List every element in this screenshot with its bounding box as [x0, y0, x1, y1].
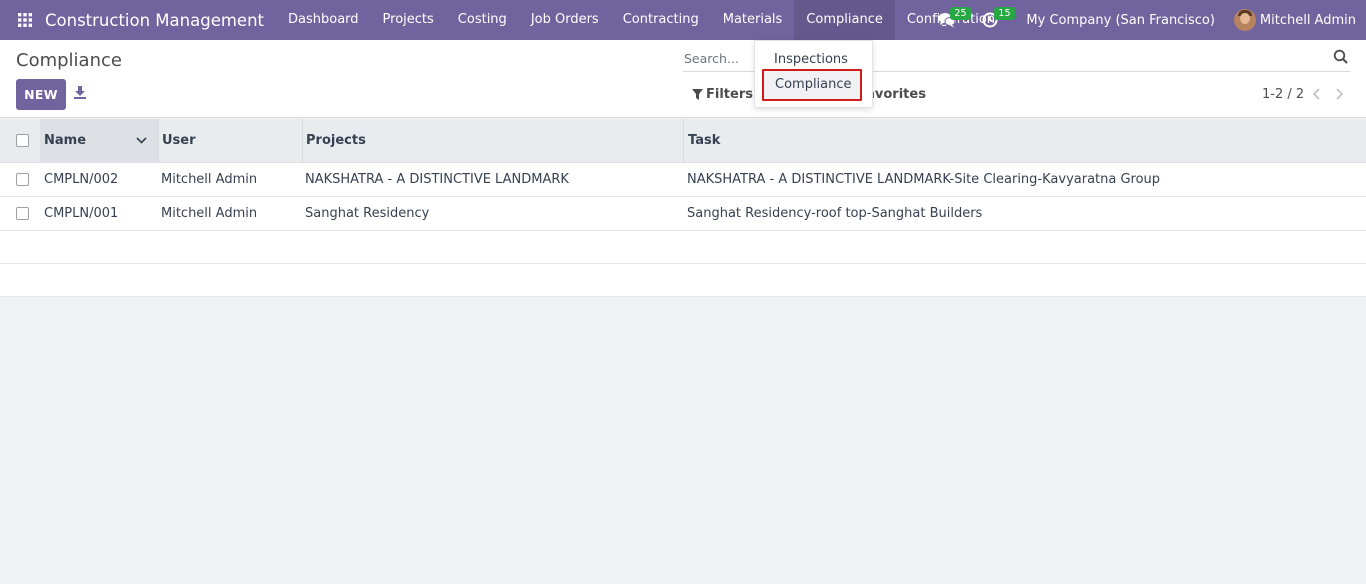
new-button[interactable]: NEW	[16, 79, 66, 110]
dropdown-item-compliance[interactable]: Compliance	[762, 69, 862, 101]
row-checkbox[interactable]	[16, 207, 29, 220]
menu-job-orders[interactable]: Job Orders	[519, 0, 611, 40]
apps-menu-button[interactable]	[0, 0, 34, 40]
menu-costing[interactable]: Costing	[446, 0, 519, 40]
cell-task: Sanghat Residency-roof top-Sanghat Build…	[687, 206, 983, 221]
systray: 25 15 My Company (San Francisco) Mitchel…	[932, 0, 1366, 40]
chevron-down-icon	[136, 137, 147, 144]
cell-name: CMPLN/001	[44, 206, 119, 221]
row-checkbox[interactable]	[16, 173, 29, 186]
cell-name: CMPLN/002	[44, 172, 119, 187]
list-view: Name User Projects Task CMPLN/002 Mitche…	[0, 119, 1366, 297]
filters-label: Filters	[706, 87, 753, 102]
control-panel: Compliance NEW Filters Favorites 1-2 / 2	[0, 40, 1366, 118]
table-row[interactable]: CMPLN/002 Mitchell Admin NAKSHATRA - A D…	[0, 163, 1366, 197]
filter-icon	[692, 89, 703, 100]
column-name[interactable]: Name	[40, 119, 158, 163]
app-brand[interactable]: Construction Management	[45, 11, 264, 30]
menu-projects[interactable]: Projects	[371, 0, 446, 40]
empty-row	[0, 264, 1366, 297]
download-button[interactable]	[73, 85, 91, 103]
cell-projects: NAKSHATRA - A DISTINCTIVE LANDMARK	[305, 172, 569, 187]
chevron-left-icon[interactable]	[1310, 87, 1324, 101]
cell-user: Mitchell Admin	[161, 172, 258, 187]
menu-compliance[interactable]: Compliance	[794, 0, 895, 40]
search-icon[interactable]	[1333, 49, 1349, 65]
download-icon	[74, 86, 86, 99]
top-navbar: Construction Management Dashboard Projec…	[0, 0, 1366, 40]
activities-button[interactable]: 15	[976, 0, 1015, 40]
grid-icon	[18, 13, 32, 27]
avatar	[1233, 9, 1256, 31]
column-task[interactable]: Task	[683, 119, 1366, 163]
cell-user: Mitchell Admin	[161, 206, 258, 221]
messages-button[interactable]: 25	[932, 0, 971, 40]
filters-button[interactable]: Filters	[692, 87, 753, 102]
pager-value[interactable]: 1-2 / 2	[1262, 87, 1304, 102]
empty-row	[0, 231, 1366, 264]
column-projects[interactable]: Projects	[302, 119, 683, 163]
menu-dashboard[interactable]: Dashboard	[276, 0, 371, 40]
main-menu: Dashboard Projects Costing Job Orders Co…	[276, 0, 1007, 40]
user-name: Mitchell Admin	[1259, 12, 1356, 28]
menu-contracting[interactable]: Contracting	[611, 0, 711, 40]
messages-badge: 25	[950, 7, 971, 20]
user-menu[interactable]: Mitchell Admin	[1233, 9, 1356, 31]
compliance-dropdown: Inspections Compliance	[754, 40, 873, 108]
column-user[interactable]: User	[158, 119, 302, 163]
menu-materials[interactable]: Materials	[711, 0, 795, 40]
company-switcher[interactable]: My Company (San Francisco)	[1026, 13, 1214, 28]
table-row[interactable]: CMPLN/001 Mitchell Admin Sanghat Residen…	[0, 197, 1366, 231]
dropdown-item-compliance-label: Compliance	[775, 77, 852, 92]
cell-task: NAKSHATRA - A DISTINCTIVE LANDMARK-Site …	[687, 172, 1161, 187]
cell-projects: Sanghat Residency	[305, 206, 430, 221]
table-header: Name User Projects Task	[0, 119, 1366, 163]
chevron-right-icon[interactable]	[1332, 87, 1346, 101]
page-title: Compliance	[16, 50, 122, 71]
dropdown-item-inspections[interactable]: Inspections	[774, 52, 848, 67]
activities-badge: 15	[994, 7, 1015, 20]
select-all-checkbox[interactable]	[16, 134, 29, 147]
